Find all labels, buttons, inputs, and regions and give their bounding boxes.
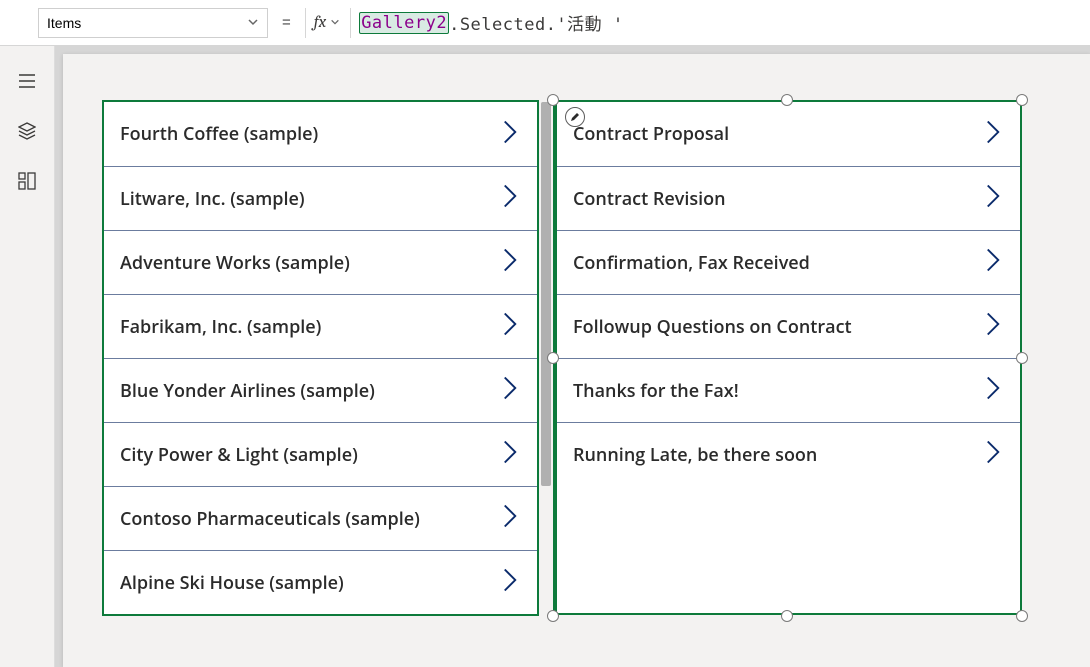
gallery-row[interactable]: Litware, Inc. (sample): [104, 166, 537, 230]
formula-highlighted-token: Gallery2: [359, 12, 449, 34]
chevron-right-icon: [982, 182, 1004, 215]
components-icon[interactable]: [18, 172, 36, 190]
row-label: Fourth Coffee (sample): [120, 122, 318, 146]
row-label: Running Late, be there soon: [573, 443, 817, 467]
row-label: Contoso Pharmaceuticals (sample): [120, 507, 420, 531]
row-label: Fabrikam, Inc. (sample): [120, 315, 321, 339]
gallery-row[interactable]: Running Late, be there soon: [557, 422, 1020, 486]
row-label: Thanks for the Fax!: [573, 379, 739, 403]
layers-icon[interactable]: [18, 122, 36, 140]
gallery-row[interactable]: Confirmation, Fax Received: [557, 230, 1020, 294]
edit-pencil-button[interactable]: [565, 107, 585, 127]
equals-sign: =: [268, 14, 305, 31]
chevron-right-icon: [499, 502, 521, 535]
fx-dropdown[interactable]: fx: [306, 8, 350, 38]
row-label: Contract Revision: [573, 187, 726, 211]
left-icon-rail: [0, 46, 55, 667]
resize-handle-tl[interactable]: [547, 94, 559, 106]
chevron-right-icon: [499, 566, 521, 599]
gallery-row[interactable]: Blue Yonder Airlines (sample): [104, 358, 537, 422]
chevron-right-icon: [982, 374, 1004, 407]
row-label: Contract Proposal: [573, 122, 729, 146]
gallery-row[interactable]: Adventure Works (sample): [104, 230, 537, 294]
gallery-accounts[interactable]: Fourth Coffee (sample) Litware, Inc. (sam…: [102, 100, 539, 616]
main-area: Fourth Coffee (sample) Litware, Inc. (sam…: [0, 46, 1090, 667]
chevron-right-icon: [499, 310, 521, 343]
chevron-right-icon: [499, 182, 521, 215]
gallery-row[interactable]: Contract Revision: [557, 166, 1020, 230]
row-label: Adventure Works (sample): [120, 251, 350, 275]
row-label: Confirmation, Fax Received: [573, 251, 810, 275]
gallery-row[interactable]: Contoso Pharmaceuticals (sample): [104, 486, 537, 550]
row-label: City Power & Light (sample): [120, 443, 358, 467]
property-name: Items: [47, 15, 81, 31]
chevron-right-icon: [499, 118, 521, 151]
gallery-row[interactable]: Followup Questions on Contract: [557, 294, 1020, 358]
fx-label: fx: [314, 13, 326, 32]
chevron-right-icon: [982, 310, 1004, 343]
row-label: Litware, Inc. (sample): [120, 187, 305, 211]
gallery-row[interactable]: Fourth Coffee (sample): [104, 102, 537, 166]
canvas-wrap: Fourth Coffee (sample) Litware, Inc. (sam…: [55, 46, 1090, 667]
gallery-activities[interactable]: Contract Proposal Contract Revision Confir…: [553, 100, 1022, 615]
resize-handle-br[interactable]: [1016, 610, 1028, 622]
gallery-row[interactable]: Alpine Ski House (sample): [104, 550, 537, 614]
resize-handle-tr[interactable]: [1016, 94, 1028, 106]
row-label: Alpine Ski House (sample): [120, 571, 344, 595]
chevron-right-icon: [499, 374, 521, 407]
chevron-right-icon: [499, 246, 521, 279]
chevron-down-icon: [330, 16, 340, 30]
formula-input[interactable]: Gallery2.Selected.'活動 ': [351, 8, 1090, 38]
gallery-row[interactable]: Contract Proposal: [557, 102, 1020, 166]
property-dropdown[interactable]: Items: [38, 8, 268, 38]
canvas[interactable]: Fourth Coffee (sample) Litware, Inc. (sam…: [63, 54, 1090, 667]
resize-handle-mr[interactable]: [1016, 352, 1028, 364]
resize-handle-bc[interactable]: [781, 610, 793, 622]
resize-handle-tc[interactable]: [781, 94, 793, 106]
chevron-right-icon: [982, 118, 1004, 151]
resize-handle-ml[interactable]: [547, 352, 559, 364]
resize-handle-bl[interactable]: [547, 610, 559, 622]
row-label: Followup Questions on Contract: [573, 315, 852, 339]
chevron-right-icon: [499, 438, 521, 471]
formula-bar: Items = fx Gallery2.Selected.'活動 ': [0, 0, 1090, 46]
chevron-down-icon: [247, 15, 259, 31]
chevron-right-icon: [982, 246, 1004, 279]
gallery-row[interactable]: Fabrikam, Inc. (sample): [104, 294, 537, 358]
scrollbar-thumb[interactable]: [541, 102, 551, 486]
formula-rest: .Selected.'活動 ': [449, 10, 624, 35]
row-label: Blue Yonder Airlines (sample): [120, 379, 375, 403]
hamburger-icon[interactable]: [18, 72, 36, 90]
gallery-row[interactable]: Thanks for the Fax!: [557, 358, 1020, 422]
gallery-row[interactable]: City Power & Light (sample): [104, 422, 537, 486]
chevron-right-icon: [982, 438, 1004, 471]
